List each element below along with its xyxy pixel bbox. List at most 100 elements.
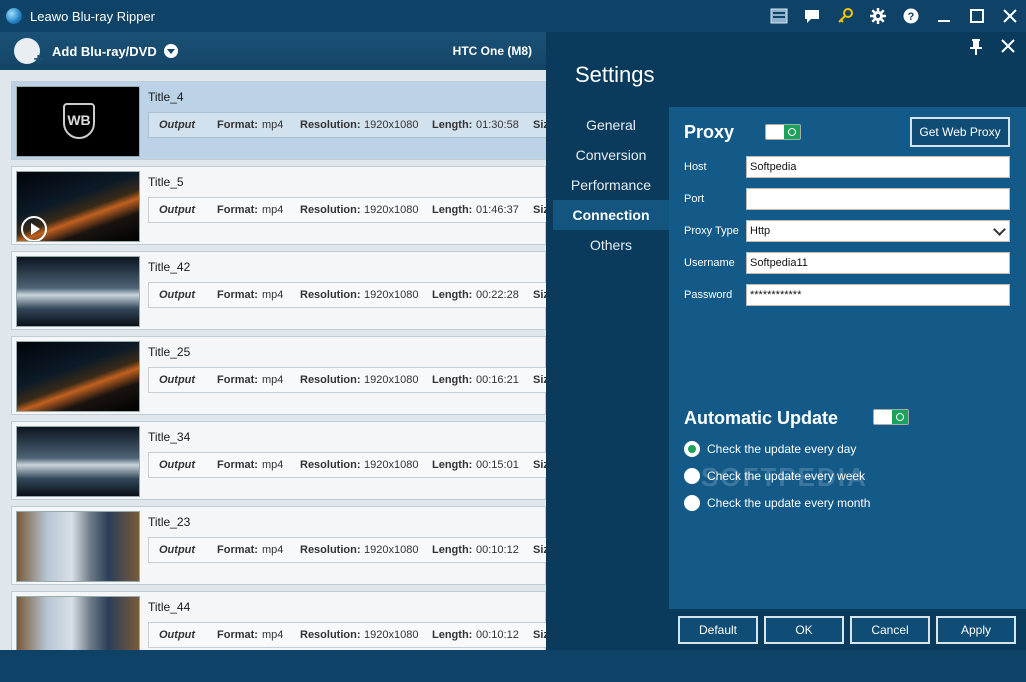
title-thumbnail — [16, 341, 140, 412]
wb-logo-icon: WB — [63, 103, 95, 139]
title-thumbnail — [16, 256, 140, 327]
format-label: Format: — [217, 204, 258, 216]
port-input[interactable] — [746, 188, 1010, 210]
output-info[interactable]: Output Format: mp4 Resolution: 1920x1080… — [148, 282, 546, 308]
format-label: Format: — [217, 289, 258, 301]
app-logo-icon — [6, 8, 22, 24]
length-value: 00:10:12 — [476, 629, 519, 641]
update-daily-option[interactable]: Check the update every day — [684, 440, 856, 458]
register-icon[interactable] — [762, 0, 795, 32]
feedback-icon[interactable] — [795, 0, 828, 32]
connection-content: Proxy Get Web Proxy Host Softpedia Port … — [669, 107, 1026, 609]
status-bar — [0, 650, 1026, 682]
output-label: Output — [159, 544, 196, 556]
output-info[interactable]: Output Format: mp4 Resolution: 1920x1080… — [148, 367, 546, 393]
auto-update-toggle[interactable] — [873, 409, 909, 425]
output-info[interactable]: Output Format: mp4 Resolution: 1920x1080… — [148, 197, 546, 223]
add-bluray-dvd-button[interactable]: Add Blu-ray/DVD — [52, 44, 157, 59]
title-card[interactable]: Title_42 Output Format: mp4 Resolution: … — [11, 251, 546, 330]
resolution-value: 1920x1080 — [364, 374, 419, 386]
username-input[interactable]: Softpedia11 — [746, 252, 1010, 274]
nav-performance[interactable]: Performance — [553, 170, 669, 200]
output-device-label[interactable]: HTC One (M8) — [453, 44, 532, 58]
minimize-icon[interactable] — [927, 0, 960, 32]
output-info[interactable]: Output Format: mp4 Resolution: 1920x1080… — [148, 622, 546, 648]
title-card[interactable]: Title_23 Output Format: mp4 Resolution: … — [11, 506, 546, 585]
help-icon[interactable]: ? — [894, 0, 927, 32]
radio-icon[interactable] — [684, 495, 700, 511]
size-label: Siz — [533, 204, 546, 216]
password-label: Password — [684, 289, 733, 301]
output-label: Output — [159, 459, 196, 471]
add-disc-icon[interactable] — [14, 38, 43, 69]
length-label: Length: — [432, 629, 473, 641]
format-value: mp4 — [262, 459, 284, 471]
output-label: Output — [159, 119, 196, 131]
pin-icon[interactable] — [968, 38, 988, 58]
title-card[interactable]: Title_44 Output Format: mp4 Resolution: … — [11, 591, 546, 650]
length-value: 01:46:37 — [476, 204, 519, 216]
settings-title: Settings — [575, 62, 655, 87]
update-monthly-option[interactable]: Check the update every month — [684, 494, 870, 512]
maximize-icon[interactable] — [960, 0, 993, 32]
key-icon[interactable] — [828, 0, 861, 32]
resolution-label: Resolution: — [300, 289, 361, 301]
title-thumbnail — [16, 426, 140, 497]
chevron-down-icon[interactable] — [163, 44, 178, 58]
title-name: Title_42 — [148, 260, 191, 274]
title-name: Title_4 — [148, 90, 184, 104]
update-monthly-label: Check the update every month — [707, 496, 871, 510]
update-weekly-option[interactable]: Check the update every week — [684, 467, 865, 485]
gear-icon[interactable] — [861, 0, 894, 32]
resolution-label: Resolution: — [300, 459, 361, 471]
play-icon[interactable] — [21, 216, 47, 241]
format-label: Format: — [217, 374, 258, 386]
format-value: mp4 — [262, 629, 284, 641]
main-toolbar: Add Blu-ray/DVD HTC One (M8) — [0, 32, 546, 70]
format-value: mp4 — [262, 544, 284, 556]
cancel-button[interactable]: Cancel — [850, 616, 930, 644]
title-name: Title_5 — [148, 175, 184, 189]
title-list: WB Title_4 Output Format: mp4 Resolution… — [0, 70, 546, 650]
default-button[interactable]: Default — [678, 616, 758, 644]
password-input[interactable]: ************ — [746, 284, 1010, 306]
output-info[interactable]: Output Format: mp4 Resolution: 1920x1080… — [148, 537, 546, 563]
radio-checked-icon[interactable] — [684, 441, 700, 457]
title-card[interactable]: Title_34 Output Format: mp4 Resolution: … — [11, 421, 546, 500]
nav-conversion[interactable]: Conversion — [553, 140, 669, 170]
resolution-value: 1920x1080 — [364, 119, 419, 131]
output-info[interactable]: Output Format: mp4 Resolution: 1920x1080… — [148, 112, 546, 138]
output-label: Output — [159, 289, 196, 301]
length-label: Length: — [432, 374, 473, 386]
length-label: Length: — [432, 459, 473, 471]
title-bar: Leawo Blu-ray Ripper ? — [0, 0, 1026, 32]
ok-button[interactable]: OK — [764, 616, 844, 644]
proxy-type-label: Proxy Type — [684, 225, 739, 237]
proxy-toggle[interactable] — [765, 124, 801, 140]
title-thumbnail — [16, 171, 140, 242]
title-thumbnail: WB — [16, 86, 140, 157]
title-name: Title_34 — [148, 430, 191, 444]
app-title: Leawo Blu-ray Ripper — [30, 8, 156, 24]
resolution-label: Resolution: — [300, 374, 361, 386]
title-card[interactable]: WB Title_4 Output Format: mp4 Resolution… — [11, 81, 546, 160]
chevron-down-icon — [993, 223, 1006, 236]
get-web-proxy-button[interactable]: Get Web Proxy — [910, 117, 1010, 147]
resolution-value: 1920x1080 — [364, 629, 419, 641]
port-label: Port — [684, 193, 705, 205]
apply-button[interactable]: Apply — [936, 616, 1016, 644]
resolution-label: Resolution: — [300, 544, 361, 556]
output-info[interactable]: Output Format: mp4 Resolution: 1920x1080… — [148, 452, 546, 478]
title-card[interactable]: Title_25 Output Format: mp4 Resolution: … — [11, 336, 546, 415]
nav-connection[interactable]: Connection — [553, 200, 669, 230]
radio-icon[interactable] — [684, 468, 700, 484]
title-card[interactable]: Title_5 Output Format: mp4 Resolution: 1… — [11, 166, 546, 245]
update-daily-label: Check the update every day — [707, 442, 857, 456]
resolution-value: 1920x1080 — [364, 459, 419, 471]
close-settings-icon[interactable] — [1000, 38, 1020, 58]
host-input[interactable]: Softpedia — [746, 156, 1010, 178]
proxy-type-select[interactable]: Http — [746, 220, 1010, 242]
nav-others[interactable]: Others — [553, 230, 669, 260]
close-icon[interactable] — [993, 0, 1026, 32]
nav-general[interactable]: General — [553, 110, 669, 140]
